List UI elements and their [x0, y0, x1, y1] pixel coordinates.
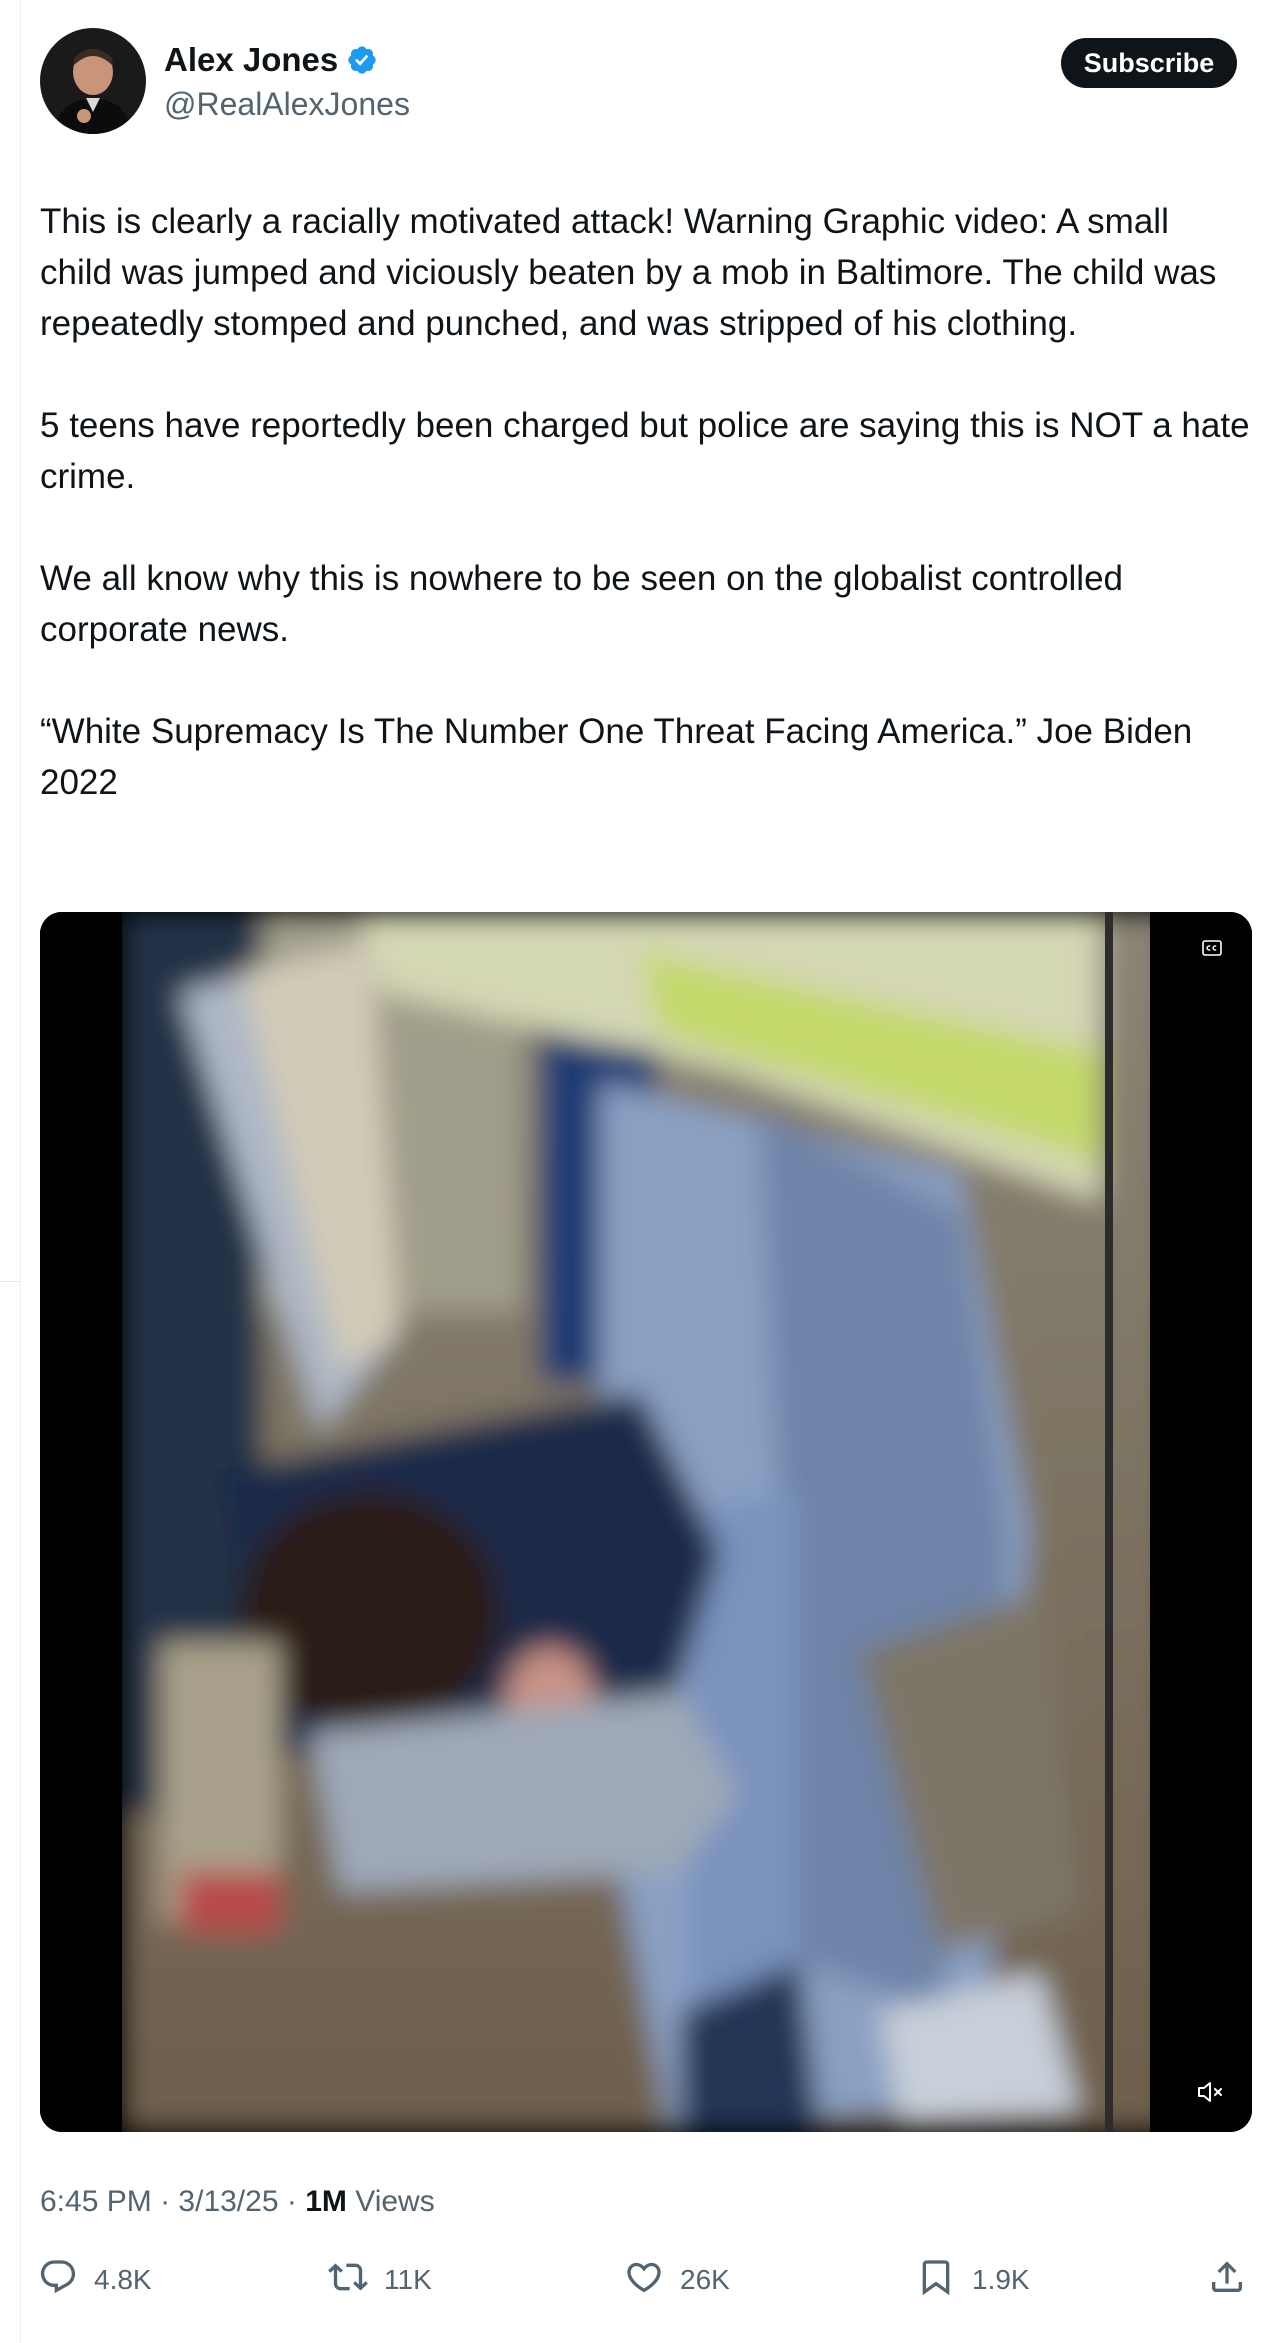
views-count: 1M [305, 2185, 347, 2218]
like-button[interactable]: 26K [624, 2255, 730, 2305]
reply-count: 4.8K [94, 2264, 152, 2295]
left-column-border [20, 0, 21, 2343]
post-time[interactable]: 6:45 PM [40, 2185, 152, 2218]
views-label: Views [355, 2185, 435, 2218]
post-paragraph: “White Supremacy Is The Number One Threa… [40, 712, 1193, 802]
meta-separator: · [286, 2185, 297, 2218]
author-name[interactable]: Alex Jones [164, 40, 378, 80]
video-frame [40, 912, 1252, 2132]
video-player[interactable] [40, 912, 1252, 2132]
post-paragraph: This is clearly a racially motivated att… [40, 202, 1217, 343]
subscribe-button[interactable]: Subscribe [1061, 38, 1237, 88]
repost-icon [328, 2257, 368, 2304]
verified-badge-icon [346, 44, 378, 76]
heart-icon [624, 2257, 664, 2304]
speaker-muted-icon[interactable] [1196, 2080, 1226, 2104]
bookmark-button[interactable]: 1.9K [916, 2255, 1030, 2305]
like-count: 26K [680, 2264, 730, 2295]
author-handle[interactable]: @RealAlexJones [164, 84, 410, 124]
repost-count: 11K [384, 2264, 432, 2295]
reply-icon [38, 2257, 78, 2304]
post-paragraph: 5 teens have reportedly been charged but… [40, 406, 1250, 496]
meta-separator: · [160, 2185, 171, 2218]
post-date[interactable]: 3/13/25 [178, 2185, 278, 2218]
reply-button[interactable]: 4.8K [38, 2255, 152, 2305]
closed-captions-icon[interactable] [1202, 940, 1222, 956]
share-button[interactable] [1207, 2255, 1247, 2305]
left-divider [0, 1281, 20, 1282]
repost-button[interactable]: 11K [328, 2255, 432, 2305]
avatar[interactable] [40, 28, 146, 134]
author-name-text[interactable]: Alex Jones [164, 40, 338, 80]
post-meta: 6:45 PM · 3/13/25 · 1M Views [40, 2182, 435, 2222]
share-icon [1207, 2257, 1247, 2304]
bookmark-icon [916, 2257, 956, 2304]
post-paragraph: We all know why this is nowhere to be se… [40, 559, 1124, 649]
bookmark-count: 1.9K [972, 2264, 1030, 2295]
post-text: This is clearly a racially motivated att… [40, 196, 1250, 808]
action-bar: 4.8K 11K 26K 1.9K [0, 2255, 1271, 2305]
